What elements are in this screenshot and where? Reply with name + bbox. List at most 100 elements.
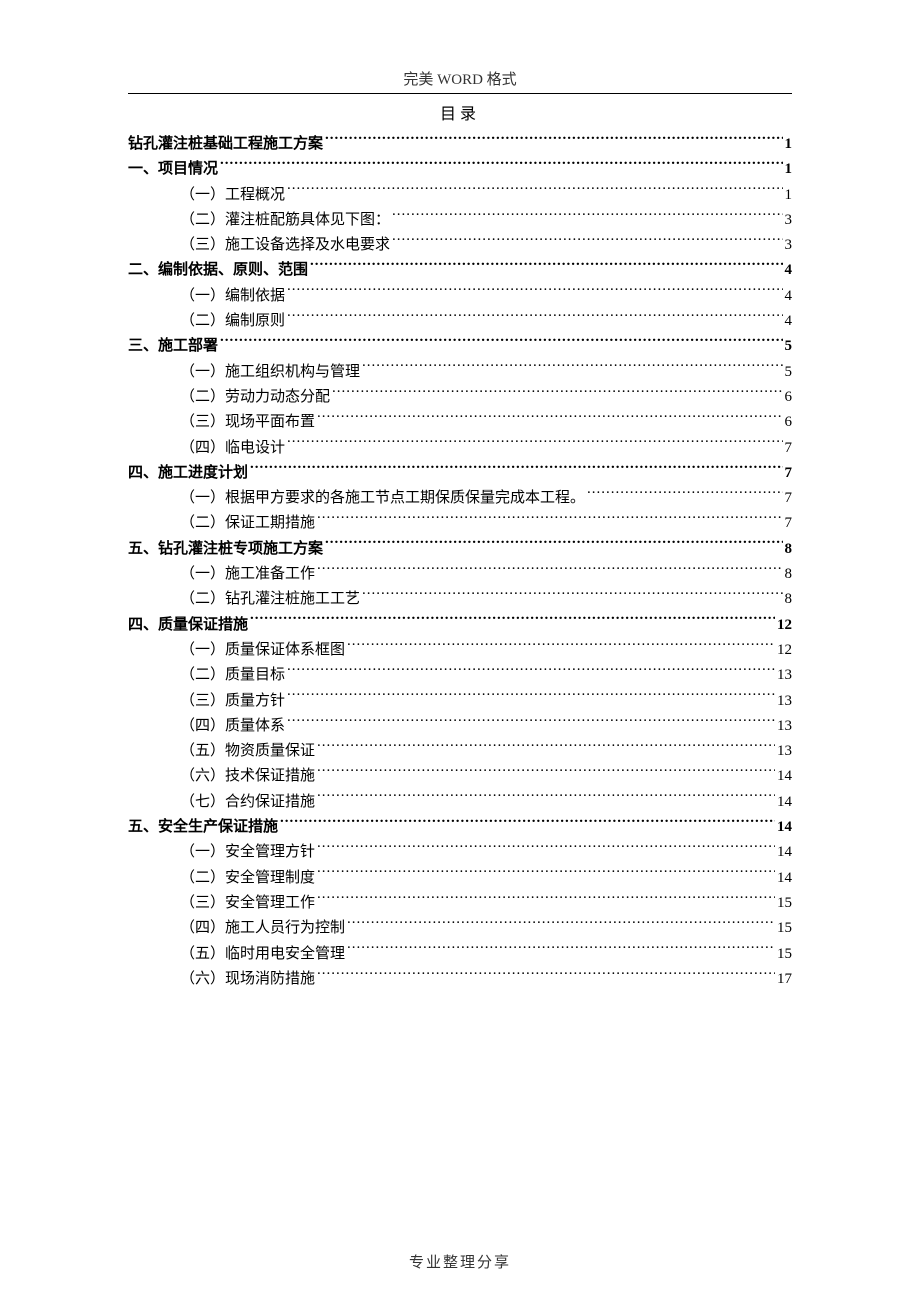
toc-entry-page: 4 [785, 284, 793, 309]
toc-entry-page: 14 [777, 815, 792, 840]
toc-entry-page: 8 [785, 562, 793, 587]
toc-entry-label: （三）安全管理工作 [180, 891, 315, 916]
toc-entry[interactable]: 四、施工进度计划7 [128, 461, 792, 486]
toc-leader-dots [317, 968, 775, 983]
toc-entry[interactable]: （七）合约保证措施14 [128, 790, 792, 815]
toc-leader-dots [347, 943, 775, 958]
toc-leader-dots [220, 158, 782, 173]
toc-entry-label: （三）质量方针 [180, 689, 285, 714]
toc-entry[interactable]: 五、安全生产保证措施 14 [128, 815, 792, 840]
toc-entry-page: 6 [785, 385, 793, 410]
toc-entry-page: 1 [785, 132, 793, 157]
toc-entry[interactable]: 三、施工部署5 [128, 334, 792, 359]
toc-entry[interactable]: （四）施工人员行为控制15 [128, 916, 792, 941]
toc-entry-label: （七）合约保证措施 [180, 790, 315, 815]
toc-entry[interactable]: （一）安全管理方针 14 [128, 840, 792, 865]
toc-entry[interactable]: （一）根据甲方要求的各施工节点工期保质保量完成本工程。 7 [128, 486, 792, 511]
toc-entry[interactable]: （六）技术保证措施14 [128, 764, 792, 789]
toc-leader-dots [347, 639, 775, 654]
toc-entry-label: （一）施工准备工作 [180, 562, 315, 587]
page-footer: 专业整理分享 [0, 1251, 920, 1272]
toc-leader-dots [250, 614, 775, 629]
toc-entry[interactable]: 四、质量保证措施 12 [128, 613, 792, 638]
toc-leader-dots [287, 690, 775, 705]
toc-entry[interactable]: 五、钻孔灌注桩专项施工方案 8 [128, 537, 792, 562]
toc-leader-dots [317, 841, 775, 856]
toc-leader-dots [317, 740, 775, 755]
toc-entry[interactable]: 二、编制依据、原则、范围4 [128, 258, 792, 283]
toc-entry[interactable]: （四）质量体系13 [128, 714, 792, 739]
toc-entry-label: （二）灌注桩配筋具体见下图： [180, 208, 390, 233]
toc-entry-label: 四、施工进度计划 [128, 461, 248, 486]
toc-entry[interactable]: （二）安全管理制度14 [128, 866, 792, 891]
toc-entry[interactable]: （二）保证工期措施7 [128, 511, 792, 536]
toc-entry[interactable]: （三）施工设备选择及水电要求3 [128, 233, 792, 258]
toc-entry-page: 3 [785, 233, 793, 258]
toc-entry[interactable]: （一）编制依据4 [128, 284, 792, 309]
toc-entry[interactable]: （三）安全管理工作15 [128, 891, 792, 916]
toc-entry-label: 四、质量保证措施 [128, 613, 248, 638]
toc-entry-page: 3 [785, 208, 793, 233]
toc-leader-dots [317, 512, 782, 527]
toc-entry-label: 五、钻孔灌注桩专项施工方案 [128, 537, 323, 562]
toc-entry[interactable]: （三）现场平面布置 6 [128, 410, 792, 435]
toc-entry-label: 一、项目情况 [128, 157, 218, 182]
toc-entry[interactable]: （二）灌注桩配筋具体见下图： 3 [128, 208, 792, 233]
toc-entry-label: （二）劳动力动态分配 [180, 385, 330, 410]
toc-entry-label: （五）物资质量保证 [180, 739, 315, 764]
toc-entry-label: （一）施工组织机构与管理 [180, 360, 360, 385]
document-page: 完美 WORD 格式 目录 钻孔灌注桩基础工程施工方案1一、项目情况1（一）工程… [0, 0, 920, 1302]
toc-entry[interactable]: （一）质量保证体系框图12 [128, 638, 792, 663]
toc-leader-dots [287, 184, 782, 199]
toc-leader-dots [317, 411, 782, 426]
toc-entry-label: （二）安全管理制度 [180, 866, 315, 891]
toc-entry-page: 7 [785, 436, 793, 461]
toc-entry-label: （二）保证工期措施 [180, 511, 315, 536]
toc-leader-dots [392, 234, 782, 249]
toc-entry[interactable]: （六）现场消防措施 17 [128, 967, 792, 992]
toc-title: 目录 [61, 100, 859, 124]
toc-entry-page: 7 [785, 486, 793, 511]
page-header: 完美 WORD 格式 [61, 68, 859, 89]
toc-entry[interactable]: 一、项目情况1 [128, 157, 792, 182]
toc-entry[interactable]: （五）物资质量保证 13 [128, 739, 792, 764]
toc-entry-label: （一）安全管理方针 [180, 840, 315, 865]
header-divider [128, 93, 792, 94]
toc-entry[interactable]: （一）工程概况1 [128, 183, 792, 208]
toc-leader-dots [392, 209, 782, 224]
toc-entry[interactable]: （二）钻孔灌注桩施工工艺8 [128, 587, 792, 612]
toc-leader-dots [325, 133, 782, 148]
toc-leader-dots [325, 538, 782, 553]
toc-entry-label: 五、安全生产保证措施 [128, 815, 278, 840]
toc-leader-dots [317, 563, 782, 578]
toc-entry-page: 13 [777, 714, 792, 739]
toc-entry[interactable]: （五）临时用电安全管理15 [128, 942, 792, 967]
toc-entry[interactable]: （一）施工组织机构与管理5 [128, 360, 792, 385]
toc-entry-label: （四）施工人员行为控制 [180, 916, 345, 941]
toc-entry[interactable]: （四）临电设计7 [128, 436, 792, 461]
toc-entry[interactable]: 钻孔灌注桩基础工程施工方案1 [128, 132, 792, 157]
toc-entry-page: 5 [785, 334, 793, 359]
toc-leader-dots [317, 867, 775, 882]
toc-entry-label: （二）质量目标 [180, 663, 285, 688]
toc-entry-page: 6 [785, 410, 793, 435]
toc-entry-page: 8 [785, 537, 793, 562]
toc-entry[interactable]: （二）编制原则4 [128, 309, 792, 334]
toc-entry[interactable]: （二）质量目标13 [128, 663, 792, 688]
toc-entry-page: 4 [785, 309, 793, 334]
toc-leader-dots [310, 259, 782, 274]
toc-entry-page: 17 [777, 967, 792, 992]
toc-leader-dots [287, 437, 782, 452]
toc-entry[interactable]: （三）质量方针13 [128, 689, 792, 714]
toc-entry[interactable]: （一）施工准备工作 8 [128, 562, 792, 587]
toc-entry-page: 13 [777, 739, 792, 764]
toc-leader-dots [287, 310, 782, 325]
toc-entry-page: 8 [785, 587, 793, 612]
toc-entry-label: （三）现场平面布置 [180, 410, 315, 435]
toc-entry-page: 12 [777, 613, 792, 638]
toc-entry-label: （六）现场消防措施 [180, 967, 315, 992]
toc-entry-label: （一）根据甲方要求的各施工节点工期保质保量完成本工程。 [180, 486, 585, 511]
toc-entry[interactable]: （二）劳动力动态分配 6 [128, 385, 792, 410]
toc-entry-label: 二、编制依据、原则、范围 [128, 258, 308, 283]
toc-entry-page: 14 [777, 840, 792, 865]
